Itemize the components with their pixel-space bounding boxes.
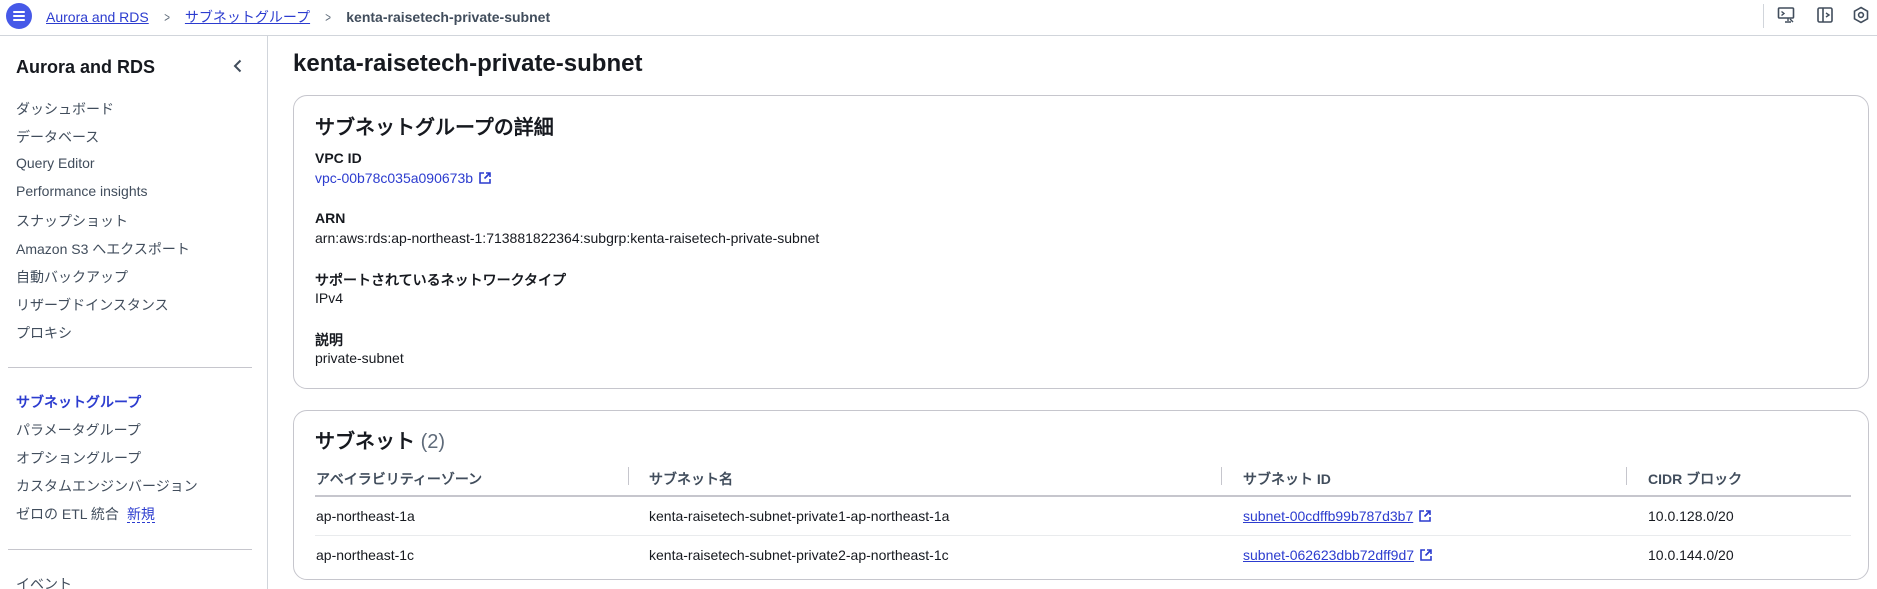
cell-cidr: 10.0.128.0/20 <box>1648 508 1734 524</box>
sidebar-item-subnet-groups[interactable]: サブネットグループ <box>16 392 141 412</box>
column-header-az[interactable]: アベイラビリティーゾーン <box>316 469 482 489</box>
breadcrumb-aurora-rds[interactable]: Aurora and RDS <box>46 9 149 25</box>
sidebar-item-performance-insights[interactable]: Performance insights <box>16 183 148 199</box>
sidebar-item-snapshots[interactable]: スナップショット <box>16 211 128 231</box>
sidebar-title: Aurora and RDS <box>16 57 156 77</box>
hamburger-menu-icon[interactable] <box>6 3 32 29</box>
subnet-group-details-panel: サブネットグループの詳細 VPC ID vpc-00b78c035a090673… <box>293 95 1869 389</box>
column-resizer[interactable] <box>1626 467 1627 485</box>
subnets-heading: サブネット (2) <box>315 425 445 454</box>
new-badge[interactable]: 新規 <box>126 506 155 523</box>
column-resizer[interactable] <box>1221 467 1222 485</box>
column-header-subnet-name[interactable]: サブネット名 <box>649 469 733 489</box>
sidebar-item-proxies[interactable]: プロキシ <box>16 323 72 343</box>
vpc-id-link[interactable]: vpc-00b78c035a090673b <box>315 170 492 186</box>
sidebar-item-option-groups[interactable]: オプショングループ <box>16 448 141 468</box>
cell-subnet-name: kenta-raisetech-subnet-private1-ap-north… <box>649 508 950 524</box>
table-header-divider <box>315 495 1851 497</box>
sidebar-item-s3-export[interactable]: Amazon S3 へエクスポート <box>16 239 190 259</box>
sidebar-item-query-editor[interactable]: Query Editor <box>16 155 95 171</box>
cell-subnet-id-link[interactable]: subnet-062623dbb72dff9d7 <box>1243 547 1433 563</box>
external-link-icon <box>479 172 491 184</box>
network-type-value: IPv4 <box>315 290 344 306</box>
chevron-right-icon: > <box>163 9 170 25</box>
row-divider <box>315 535 1851 536</box>
vpc-id-value: vpc-00b78c035a090673b <box>315 170 474 186</box>
settings-hex-icon[interactable] <box>1852 6 1870 24</box>
arn-value: arn:aws:rds:ap-northeast-1:713881822364:… <box>315 230 820 246</box>
description-label: 説明 <box>315 332 343 348</box>
arn-label: ARN <box>315 210 346 226</box>
network-type-label: サポートされているネットワークタイプ <box>315 272 567 288</box>
sidebar-item-events[interactable]: イベント <box>16 574 72 589</box>
subnet-id-value: subnet-062623dbb72dff9d7 <box>1243 547 1415 563</box>
sidebar-item-zero-etl[interactable]: ゼロの ETL 統合 新規 <box>16 504 155 524</box>
sidebar-item-databases[interactable]: データベース <box>16 127 99 147</box>
breadcrumb-subnet-groups[interactable]: サブネットグループ <box>185 7 310 27</box>
column-header-cidr[interactable]: CIDR ブロック <box>1648 469 1742 489</box>
chevron-right-icon: > <box>325 9 332 25</box>
description-value: private-subnet <box>315 350 404 366</box>
sidebar-item-dashboard[interactable]: ダッシュボード <box>16 99 114 119</box>
panel-icon[interactable] <box>1816 6 1834 24</box>
toolbar-divider <box>1763 4 1764 28</box>
sidebar-item-parameter-groups[interactable]: パラメータグループ <box>16 420 141 440</box>
breadcrumb: Aurora and RDS > サブネットグループ > kenta-raise… <box>46 7 550 27</box>
vpc-id-label: VPC ID <box>315 150 362 166</box>
subnets-panel: サブネット (2) アベイラビリティーゾーン サブネット名 サブネット ID C… <box>293 410 1869 580</box>
breadcrumb-current: kenta-raisetech-private-subnet <box>346 9 551 25</box>
external-link-icon <box>1419 510 1432 522</box>
sidebar-divider <box>8 367 252 368</box>
sidebar-item-automated-backups[interactable]: 自動バックアップ <box>16 267 128 287</box>
sidebar-item-label: ゼロの ETL 統合 <box>16 506 119 522</box>
column-header-subnet-id[interactable]: サブネット ID <box>1243 469 1331 489</box>
side-navigation: Aurora and RDS ダッシュボード データベース Query Edit… <box>0 36 268 589</box>
chevron-left-icon[interactable] <box>228 56 248 76</box>
page-title: kenta-raisetech-private-subnet <box>293 50 643 77</box>
cell-az: ap-northeast-1a <box>316 508 415 524</box>
top-navigation-bar: Aurora and RDS > サブネットグループ > kenta-raise… <box>0 0 1877 36</box>
cell-subnet-name: kenta-raisetech-subnet-private2-ap-north… <box>649 547 949 563</box>
cell-az: ap-northeast-1c <box>316 547 415 563</box>
cloudshell-icon[interactable] <box>1777 6 1795 24</box>
details-heading: サブネットグループの詳細 <box>315 117 554 139</box>
subnet-id-value: subnet-00cdffb99b787d3b7 <box>1243 508 1414 524</box>
cell-cidr: 10.0.144.0/20 <box>1648 547 1734 563</box>
sidebar-divider <box>8 549 252 550</box>
subnets-count: (2) <box>420 431 446 453</box>
subnets-heading-label: サブネット <box>315 431 415 453</box>
cell-subnet-id-link[interactable]: subnet-00cdffb99b787d3b7 <box>1243 508 1432 524</box>
sidebar-item-reserved-instances[interactable]: リザーブドインスタンス <box>16 295 169 315</box>
column-resizer[interactable] <box>628 467 629 485</box>
sidebar-item-custom-engine-versions[interactable]: カスタムエンジンバージョン <box>16 476 198 496</box>
external-link-icon <box>1420 549 1432 561</box>
